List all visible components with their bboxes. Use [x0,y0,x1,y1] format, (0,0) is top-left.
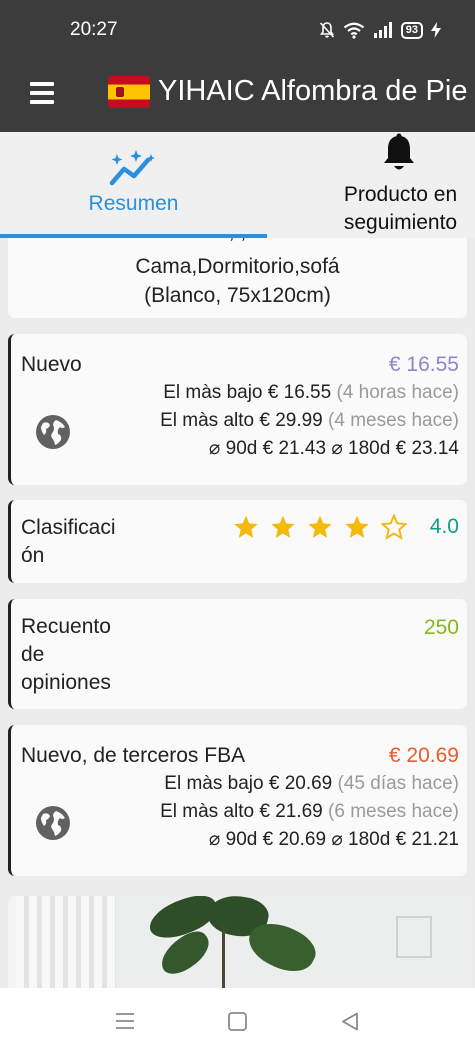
review-count-label: Recuento de opiniones [21,615,111,694]
app-bar: YIHAIC Alfombra de Pie [0,58,475,132]
tab-producto-label: Producto en seguimiento [343,183,458,234]
rating-card[interactable]: Clasificaci ón 4.0 [8,500,467,583]
system-nav-bar [0,988,475,1056]
review-count-value: 250 [423,616,459,639]
battery-icon: 93 [400,21,423,39]
star-filled-icon [345,515,369,538]
product-image[interactable] [8,896,467,988]
spain-flag-icon [108,76,150,108]
highest-price-row: El màs alto € 29.99 (4 meses hace) [160,410,459,431]
trend-sparkle-icon [109,150,155,186]
bell-icon [384,133,414,170]
current-price: € 16.55 [388,353,459,376]
image-curtain-area [16,896,116,988]
summary-scroll-area[interactable]: , , Cama,Dormitorio,sofá (Blanco, 75x120… [0,238,475,988]
price-card-fba[interactable]: Nuevo, de terceros FBA € 20.69 El màs ba… [8,725,467,876]
recent-apps-icon[interactable] [115,1012,135,1030]
star-filled-icon [234,515,258,538]
price-history: El màs bajo € 20.69 (45 días hace) El mà… [160,770,459,854]
review-count-card[interactable]: Recuento de opiniones 250 [8,599,467,709]
rating-value: 4.0 [429,515,459,538]
image-wall-frame [396,916,432,958]
star-filled-icon [308,515,332,538]
current-price: € 20.69 [388,744,459,767]
status-time: 20:27 [70,19,118,40]
hamburger-menu-icon[interactable] [30,82,54,104]
product-title: Cama,Dormitorio,sofá (Blanco, 75x120cm) [135,255,340,307]
star-empty-icon [381,514,407,540]
back-icon[interactable] [341,1012,359,1031]
lowest-price-row: El màs bajo € 20.69 (45 días hace) [164,773,459,794]
price-type-label: Nuevo, de terceros FBA [21,744,246,767]
signal-icon [373,22,392,38]
rating-stars [233,514,407,540]
star-filled-icon [271,515,295,538]
highest-price-row: El màs alto € 21.69 (6 meses hace) [160,801,459,822]
status-bar: 20:27 93 [0,0,475,58]
tab-bar: Resumen Producto en seguimiento [0,132,475,238]
charging-bolt-icon [431,22,441,38]
tab-resumen-label: Resumen [88,192,179,215]
price-type-label: Nuevo [21,353,82,376]
average-price-row: ⌀ 90d € 21.43 ⌀ 180d € 23.14 [208,438,459,459]
wifi-icon [343,22,364,39]
mute-bell-icon [319,22,334,38]
rating-label: Clasificaci ón [21,516,116,567]
home-icon[interactable] [228,1012,247,1031]
product-title-card: , , Cama,Dormitorio,sofá (Blanco, 75x120… [8,238,467,318]
tab-producto-seguimiento[interactable]: Producto en seguimiento [326,132,475,238]
lowest-price-row: El màs bajo € 16.55 (4 horas hace) [163,382,459,403]
image-plant-stem [222,926,225,988]
price-card-nuevo[interactable]: Nuevo € 16.55 El màs bajo € 16.55 (4 hor… [8,334,467,485]
average-price-row: ⌀ 90d € 20.69 ⌀ 180d € 21.21 [208,829,459,850]
product-title-partial-line: , , [8,238,467,245]
app-title: YIHAIC Alfombra de Pie [158,75,468,107]
globe-icon[interactable] [35,414,71,450]
price-history: El màs bajo € 16.55 (4 horas hace) El mà… [160,379,459,463]
globe-icon[interactable] [35,805,71,841]
status-icons: 93 [319,19,441,41]
tab-resumen[interactable]: Resumen [0,132,267,238]
